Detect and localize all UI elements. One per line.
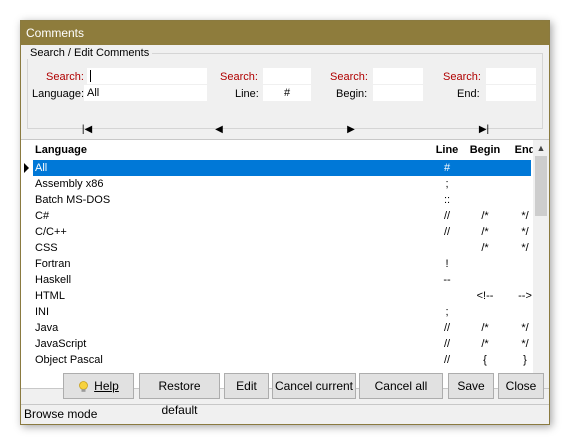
cell-language: INI	[35, 306, 50, 318]
chevron-up-icon[interactable]: ▲	[533, 140, 549, 156]
row-cells: HTML <!-- -->	[33, 288, 532, 304]
table-row[interactable]: Batch MS-DOS::	[21, 192, 533, 208]
column-header-language[interactable]: Language	[35, 144, 87, 156]
begin-edit-label: Begin:	[336, 88, 368, 100]
row-cells: Java///* */	[33, 320, 531, 336]
begin-search-input[interactable]	[373, 68, 423, 84]
row-cells: All #	[33, 160, 531, 176]
help-button-label: Help	[94, 379, 119, 393]
first-record-button[interactable]: |◀	[77, 124, 97, 135]
vertical-scrollbar[interactable]: ▲ ▼	[533, 140, 549, 388]
line-edit-label: Line:	[235, 88, 259, 100]
edit-button[interactable]: Edit	[224, 373, 269, 399]
line-edit-field[interactable]: #	[263, 85, 311, 101]
begin-search-label: Search:	[330, 71, 368, 83]
table-row[interactable]: Haskell --	[21, 272, 533, 288]
table-row[interactable]: JavaScript///* */	[21, 336, 533, 352]
language-edit-field[interactable]: All	[84, 85, 207, 101]
cell-line: --	[443, 274, 451, 286]
row-cells: Fortran!	[33, 256, 531, 272]
table-row[interactable]: C/C++///* */	[21, 224, 533, 240]
cell-language: Haskell	[35, 274, 72, 286]
cell-line: ;	[445, 306, 449, 318]
cell-language: Batch MS-DOS	[35, 194, 111, 206]
row-cells: Batch MS-DOS::	[33, 192, 531, 208]
window-title: Comments	[21, 21, 549, 45]
grid-header: Language Line Begin End	[21, 144, 535, 160]
close-button[interactable]: Close	[498, 373, 544, 399]
row-cells: JavaScript///* */	[33, 336, 531, 352]
row-cells: Assembly x86;	[33, 176, 531, 192]
scrollbar-thumb[interactable]	[535, 156, 547, 216]
save-button[interactable]: Save	[448, 373, 494, 399]
end-edit-label: End:	[457, 88, 480, 100]
table-row[interactable]: Object Pascal//{}	[21, 352, 533, 368]
cell-line: ::	[443, 194, 451, 206]
cell-language: All	[35, 162, 48, 174]
cell-language: CSS	[35, 242, 58, 254]
begin-edit-field[interactable]	[373, 85, 423, 101]
restore-default-button[interactable]: Restore default	[139, 373, 220, 417]
comments-window: Comments Search / Edit Comments Search: …	[20, 20, 550, 425]
text-caret	[90, 70, 91, 83]
cell-line: !	[445, 258, 449, 270]
language-edit-label: Language:	[32, 88, 84, 100]
end-search-input[interactable]	[486, 68, 536, 84]
cell-language: Assembly x86	[35, 178, 104, 190]
cancel-current-button[interactable]: Cancel current	[272, 373, 356, 399]
cell-language: C/C++	[35, 226, 67, 238]
cell-line: ;	[445, 178, 449, 190]
next-record-button[interactable]: ▶	[341, 124, 361, 135]
row-cells: Object Pascal//{}	[33, 352, 531, 368]
search-group-title: Search / Edit Comments	[27, 47, 153, 59]
row-cells: CSS/* */	[33, 240, 531, 256]
table-row[interactable]: HTML <!-- -->	[21, 288, 533, 304]
status-bar: Browse mode	[21, 404, 549, 424]
cell-language: Java	[35, 322, 59, 334]
last-record-button[interactable]: ▶|	[474, 124, 494, 135]
cell-language: JavaScript	[35, 338, 87, 350]
table-row[interactable]: C#///* */	[21, 208, 533, 224]
table-row[interactable]: Fortran!	[21, 256, 533, 272]
row-cells: C#///* */	[33, 208, 531, 224]
help-button[interactable]: Help	[63, 373, 134, 399]
language-search-input[interactable]	[87, 68, 207, 84]
line-search-label: Search:	[220, 71, 258, 83]
table-row[interactable]: CSS/* */	[21, 240, 533, 256]
line-search-input[interactable]	[263, 68, 311, 84]
prev-record-button[interactable]: ◀	[209, 124, 229, 135]
cell-language: HTML	[35, 290, 65, 302]
cell-language: Fortran	[35, 258, 71, 270]
cancel-all-button[interactable]: Cancel all	[359, 373, 443, 399]
table-row[interactable]: Assembly x86;	[21, 176, 533, 192]
comments-grid[interactable]: Language Line Begin End All # Assembly x86…	[21, 139, 549, 389]
table-row[interactable]: All #	[21, 160, 533, 176]
row-cells: Haskell --	[33, 272, 531, 288]
end-search-label: Search:	[443, 71, 481, 83]
end-edit-field[interactable]	[486, 85, 536, 101]
row-cells: C/C++///* */	[33, 224, 531, 240]
lightbulb-icon	[79, 380, 89, 392]
cell-line: #	[443, 162, 451, 174]
row-pointer-icon	[24, 163, 29, 173]
cell-language: Object Pascal	[35, 354, 103, 366]
language-search-label: Search:	[46, 71, 84, 83]
row-cells: INI;	[33, 304, 531, 320]
table-row[interactable]: Java///* */	[21, 320, 533, 336]
table-row[interactable]: INI;	[21, 304, 533, 320]
cell-language: C#	[35, 210, 50, 222]
